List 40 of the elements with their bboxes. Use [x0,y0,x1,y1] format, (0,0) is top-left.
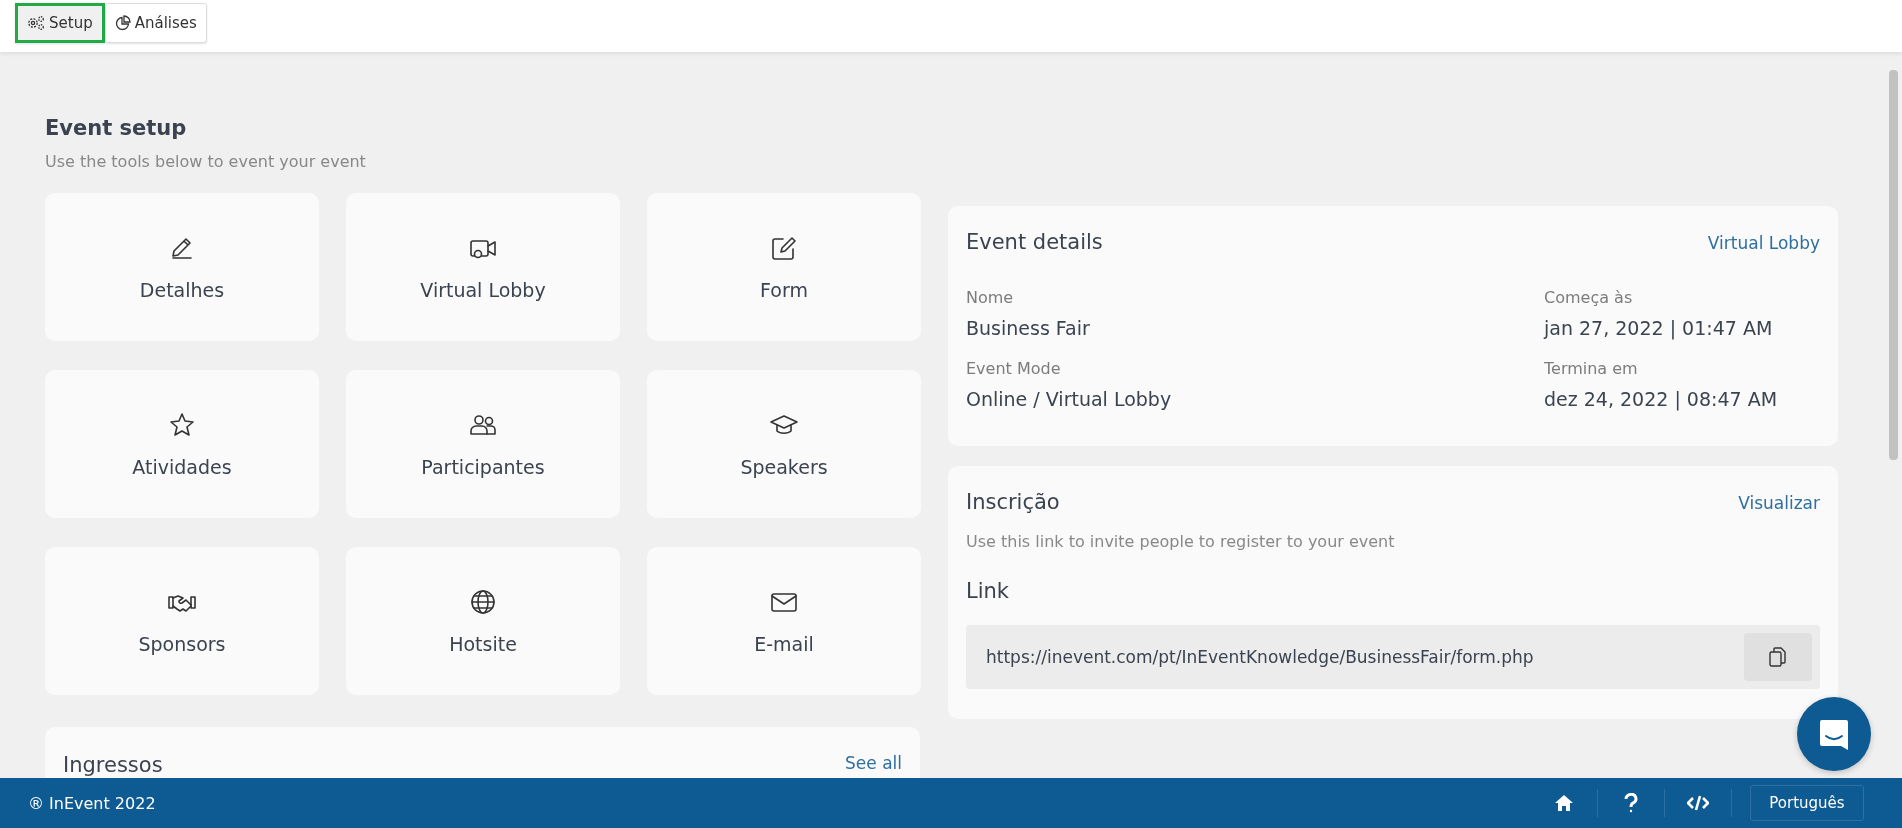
tool-tile[interactable]: Atividades [45,370,319,518]
question-mark-icon [1624,793,1638,813]
section-subtitle: Use the tools below to event your event [45,152,367,171]
copyright-text: ® InEvent 2022 [28,793,156,813]
view-link[interactable]: Visualizar [1738,493,1820,513]
gears-icon [27,15,45,31]
toolbar-tab[interactable]: Setup [15,3,105,43]
field-value: dez 24, 2022 | 08:47 AM [1544,388,1779,410]
tool-tile[interactable]: Speakers [647,370,921,518]
copy-button[interactable] [1744,633,1812,681]
field-label: Termina em [1544,359,1639,378]
virtual-lobby-link[interactable]: Virtual Lobby [1707,233,1820,253]
chat-button[interactable] [1797,697,1871,771]
tool-tile[interactable]: Hotsite [346,547,620,695]
code-icon [1687,794,1709,812]
card-title: Event details [966,230,1103,254]
toolbar-tab[interactable]: Análises [104,3,207,43]
card-title: Ingressos [63,753,163,777]
tool-tile[interactable]: Form [647,193,921,341]
card-title: Inscrição [966,490,1060,514]
field-value: Business Fair [966,317,1091,339]
globe-icon [468,587,498,617]
copy-icon [1769,647,1787,667]
card-description: Use this link to invite people to register to your event [966,532,1396,551]
see-all-link[interactable]: See all [845,753,902,773]
tool-tile[interactable]: Detalhes [45,193,319,341]
language-button[interactable]: Português [1750,785,1864,821]
tool-tile[interactable]: Participantes [346,370,620,518]
pie-chart-icon [114,15,131,31]
field-value: jan 27, 2022 | 01:47 AM [1544,317,1774,339]
field-label: Event Mode [966,359,1062,378]
tool-tile[interactable]: E-mail [647,547,921,695]
home-icon [1554,794,1574,812]
tool-tile[interactable]: Virtual Lobby [346,193,620,341]
field-value: Online / Virtual Lobby [966,388,1173,410]
field-label: Nome [966,288,1015,307]
field-label: Começa às [1544,288,1634,307]
section-title: Event setup [45,116,188,140]
tool-tile[interactable]: Sponsors [45,547,319,695]
link-heading: Link [966,579,1010,603]
